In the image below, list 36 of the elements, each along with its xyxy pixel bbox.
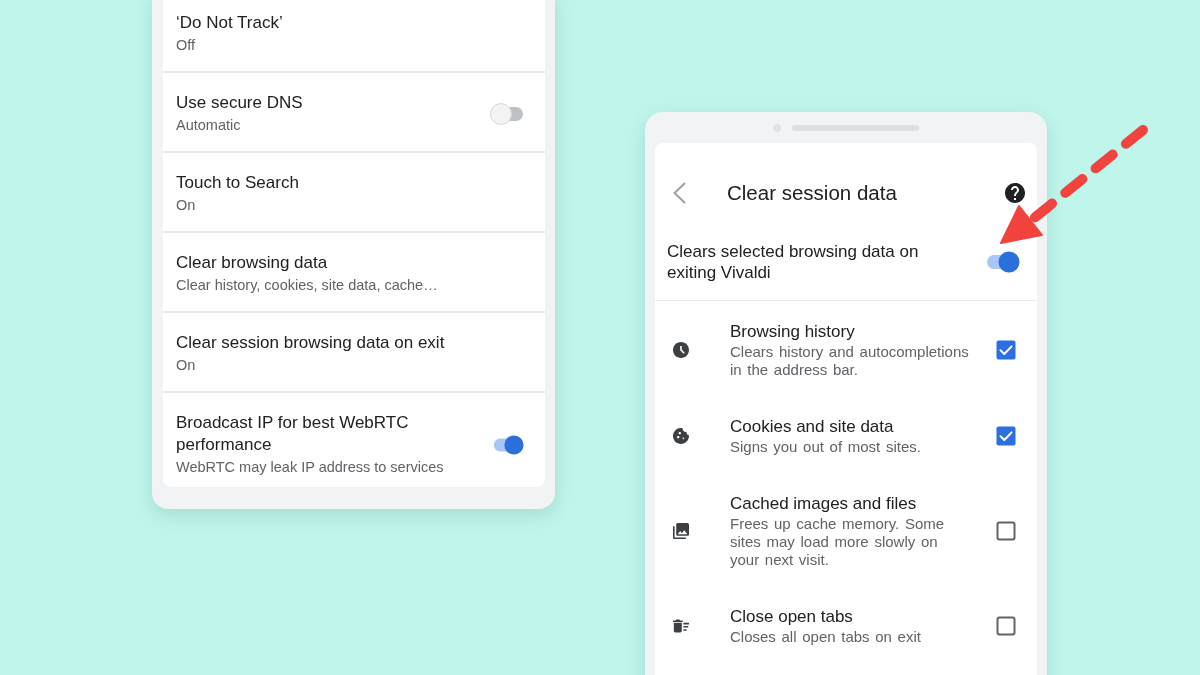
cookie-icon [673, 428, 689, 444]
toggle-switch[interactable] [492, 432, 525, 457]
setting-subtitle: Clear history, cookies, site data, cache… [176, 276, 438, 295]
chevron-left-icon [673, 182, 686, 204]
switch-label: Clears selected browsing data on exiting Vivaldi [667, 241, 920, 283]
help-icon[interactable] [1005, 183, 1025, 203]
toggle-switch[interactable] [489, 101, 525, 126]
setting-subtitle: WebRTC may leak IP address to services [176, 458, 445, 477]
photo-library-icon [673, 523, 689, 539]
option-title: Cached images and files [730, 493, 918, 515]
option-description: Signs you out of most sites. [730, 438, 922, 456]
setting-subtitle: Automatic [176, 116, 242, 135]
setting-title: Broadcast IP for best WebRTC performance [176, 412, 410, 456]
setting-title: Clear browsing data [176, 252, 329, 274]
option-description: Clears history and autocompletions in the address bar. [730, 343, 970, 379]
setting-title: Use secure DNS [176, 92, 303, 114]
trash-lines-icon [673, 618, 689, 634]
setting-title: Clear session browsing data on exit [176, 332, 445, 354]
checkbox[interactable] [996, 616, 1016, 636]
setting-title: ‘Do Not Track’ [176, 12, 283, 34]
option-title: Close open tabs [730, 606, 854, 628]
option-title: Cookies and site data [730, 416, 895, 438]
checkbox[interactable] [996, 426, 1016, 446]
checkbox[interactable] [996, 340, 1016, 360]
setting-subtitle: On [176, 356, 197, 375]
screen-title: Clear session data [727, 180, 897, 206]
toggle-switch[interactable] [985, 250, 1021, 274]
option-description: Closes all open tabs on exit [730, 628, 922, 646]
checkbox[interactable] [996, 521, 1016, 541]
setting-subtitle: Off [176, 36, 197, 55]
setting-title: Touch to Search [176, 172, 299, 194]
option-description: Frees up cache memory. Some sites may load more slowly on your next visit. [730, 515, 946, 569]
back-button[interactable] [673, 182, 686, 204]
clock-icon [673, 342, 689, 358]
option-title: Browsing history [730, 321, 856, 343]
setting-subtitle: On [176, 196, 197, 215]
